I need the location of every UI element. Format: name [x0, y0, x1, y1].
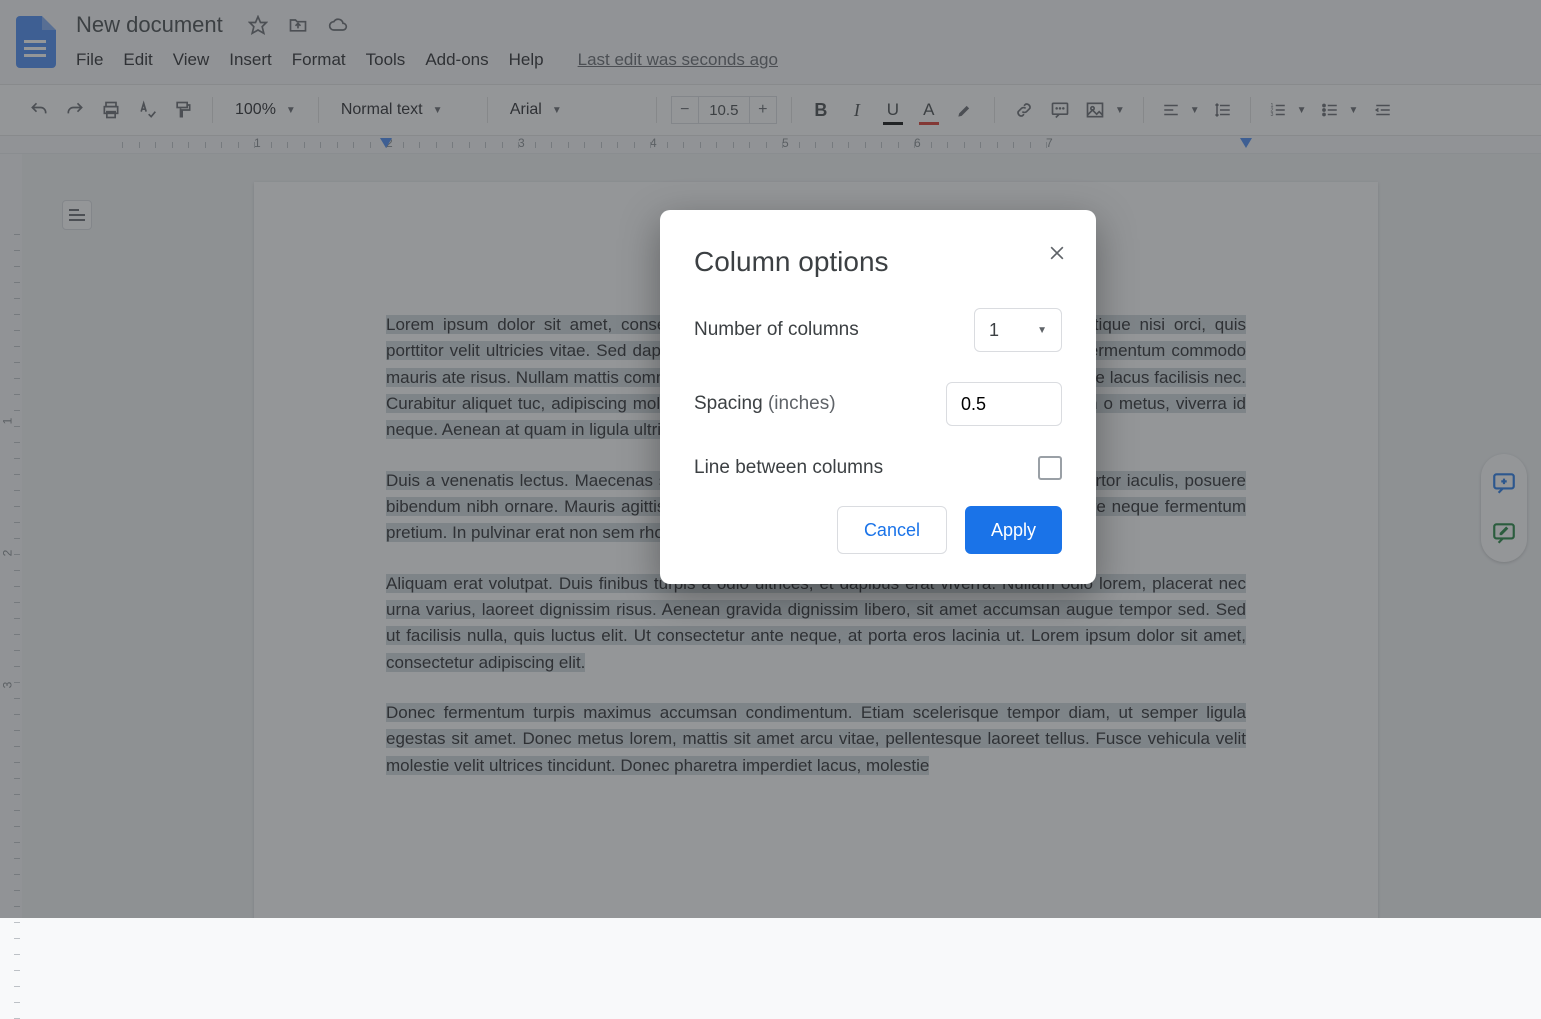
- line-between-checkbox[interactable]: [1038, 456, 1062, 480]
- dialog-title: Column options: [694, 246, 1062, 278]
- num-columns-select[interactable]: 1 ▼: [974, 308, 1062, 352]
- apply-button[interactable]: Apply: [965, 506, 1062, 554]
- spacing-label: Spacing (inches): [694, 393, 836, 415]
- line-between-label: Line between columns: [694, 457, 883, 479]
- close-icon[interactable]: [1042, 238, 1072, 268]
- column-options-dialog: Column options Number of columns 1 ▼ Spa…: [660, 210, 1096, 584]
- num-columns-label: Number of columns: [694, 319, 859, 341]
- cancel-button[interactable]: Cancel: [837, 506, 947, 554]
- spacing-input[interactable]: [946, 382, 1062, 426]
